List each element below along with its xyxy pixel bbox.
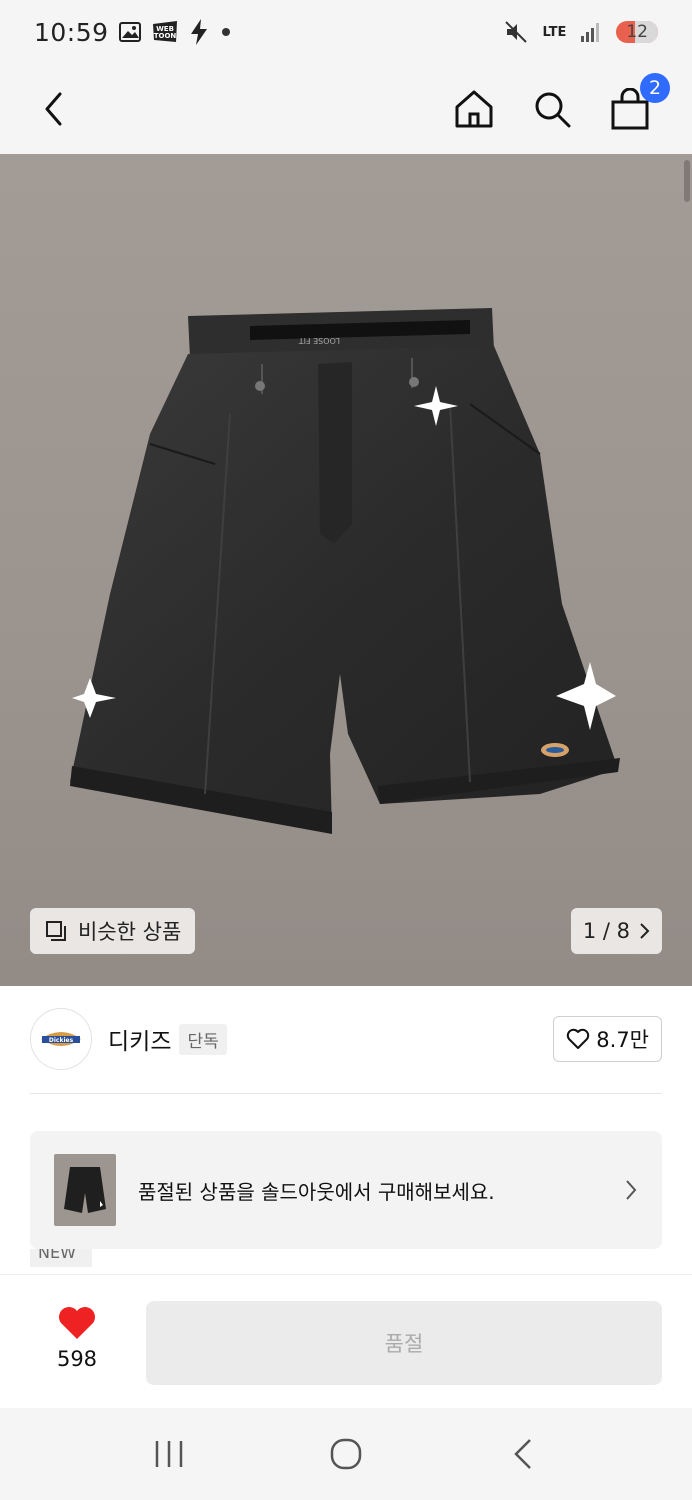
exclusive-tag: 단독 — [179, 1023, 227, 1055]
webtoon-icon: WEB TOON — [151, 20, 179, 44]
wishlist-button[interactable]: 598 — [44, 1305, 110, 1371]
network-type: LTE — [542, 24, 567, 40]
back-button[interactable] — [30, 85, 78, 133]
back-arrow-icon — [45, 92, 62, 126]
similar-products-icon — [46, 921, 66, 941]
mute-icon — [504, 20, 528, 44]
cart-button[interactable]: 2 — [606, 73, 670, 133]
brand-like-button[interactable]: 8.7만 — [553, 1016, 662, 1062]
search-button[interactable] — [528, 85, 576, 133]
gallery-icon — [118, 22, 141, 42]
battery-icon: 12 — [616, 21, 658, 43]
svg-text:LOOSE FIT: LOOSE FIT — [299, 336, 340, 345]
recent-apps-icon — [155, 1441, 182, 1467]
product-image: LOOSE FIT — [70, 308, 620, 834]
divider — [30, 1093, 662, 1094]
home-nav-button[interactable] — [316, 1424, 376, 1484]
back-nav-button[interactable] — [493, 1424, 553, 1484]
similar-products-label: 비슷한 상품 — [78, 920, 182, 944]
home-icon — [455, 90, 493, 128]
system-nav-bar — [0, 1408, 692, 1500]
brand-logo[interactable]: Dickies — [30, 1008, 92, 1070]
bolt-icon — [189, 19, 209, 45]
search-icon — [535, 92, 571, 128]
heart-outline-icon — [567, 1028, 590, 1049]
svg-text:Dickies: Dickies — [49, 1037, 74, 1044]
home-button[interactable] — [450, 85, 498, 133]
recent-apps-button[interactable] — [139, 1424, 199, 1484]
back-chevron-icon — [514, 1439, 532, 1469]
page-indicator-text: 1 / 8 — [582, 919, 630, 943]
status-bar: 10:59 WEB TOON LTE 12 — [0, 0, 692, 64]
product-image-carousel[interactable]: LOOSE FIT 비슷한 상품 1 / 8 — [0, 154, 692, 986]
wishlist-count: 598 — [56, 1347, 98, 1371]
cart-count-badge: 2 — [640, 73, 670, 103]
dot-icon — [219, 25, 233, 39]
bottom-action-bar: 598 품절 — [0, 1274, 692, 1408]
chevron-right-icon — [640, 923, 650, 939]
brand-name[interactable]: 디키즈 — [108, 1022, 171, 1056]
chevron-right-icon — [626, 1180, 637, 1200]
app-bar: 2 — [0, 64, 692, 154]
home-circle-icon — [330, 1438, 362, 1470]
status-time: 10:59 — [34, 17, 109, 47]
brand-row: Dickies 디키즈 단독 8.7만 — [30, 1008, 662, 1070]
new-tag: NEW — [30, 1249, 92, 1267]
battery-level: 12 — [626, 22, 648, 42]
soldout-button[interactable]: 품절 — [146, 1301, 662, 1385]
heart-filled-icon — [59, 1307, 95, 1339]
svg-text:TOON: TOON — [153, 32, 176, 40]
similar-products-button[interactable]: 비슷한 상품 — [30, 908, 196, 954]
soldout-marketplace-banner[interactable]: 품절된 상품을 솔드아웃에서 구매해보세요. — [30, 1131, 662, 1249]
signal-icon — [580, 22, 602, 42]
banner-thumbnail — [54, 1154, 116, 1226]
banner-text: 품절된 상품을 솔드아웃에서 구매해보세요. — [138, 1179, 495, 1204]
image-page-indicator[interactable]: 1 / 8 — [570, 908, 662, 954]
brand-like-count: 8.7만 — [596, 1028, 649, 1052]
